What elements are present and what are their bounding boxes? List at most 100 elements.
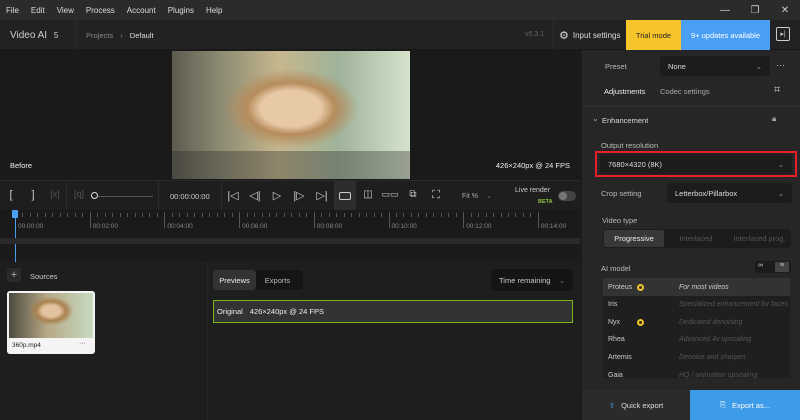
menu-help[interactable]: Help: [206, 6, 222, 15]
preview-row-value: 426×240px @ 24 FPS: [249, 307, 324, 316]
add-source-button[interactable]: +: [7, 268, 21, 282]
zoom-slider-track[interactable]: [98, 195, 153, 197]
tab-adjustments[interactable]: Adjustments: [604, 87, 645, 96]
output-resolution-value: 7680×4320 (8K): [608, 159, 663, 169]
output-resolution-select[interactable]: 7680×4320 (8K) ⌄: [600, 154, 792, 174]
timeline-tick: [22, 213, 24, 217]
timeline-ruler[interactable]: 00:00:00 00:02:00 00:04:00 00:06:00 00:08:00…: [0, 210, 580, 238]
timeline-tick: [52, 213, 54, 217]
timeline-tick: [119, 213, 121, 217]
model-item-artemis[interactable]: Artemis Denoise and sharpen: [603, 348, 790, 366]
output-resolution-label: Output resolution: [601, 141, 659, 150]
skip-to-end-icon[interactable]: ▷|: [315, 189, 329, 202]
timeline-tick: [44, 213, 46, 217]
crop-icon[interactable]: ⌗: [774, 84, 780, 97]
toggle-panel-icon[interactable]: ▸|: [776, 27, 790, 41]
minimize-button[interactable]: —: [710, 0, 740, 20]
divider: [207, 262, 208, 420]
side-by-side-icon[interactable]: ▭▭: [382, 189, 399, 200]
model-item-proteus[interactable]: Proteus For most videos: [603, 278, 790, 296]
video-type-interlaced-prog[interactable]: Interlaced prog.: [728, 230, 791, 247]
zoom-slider-handle[interactable]: [91, 192, 98, 199]
split-view-icon[interactable]: ◫: [361, 189, 375, 200]
ai-model-label: AI model: [601, 264, 631, 273]
timeline-track[interactable]: [0, 238, 580, 244]
restore-button[interactable]: ❐: [740, 0, 770, 20]
play-icon[interactable]: ▷: [270, 189, 284, 202]
mark-in-icon[interactable]: [: [5, 189, 17, 201]
zoom-select[interactable]: Fit % ⌄: [462, 192, 492, 200]
menu-plugins[interactable]: Plugins: [168, 6, 194, 15]
menu-file[interactable]: File: [6, 6, 19, 15]
preset-value: None: [668, 61, 686, 71]
video-type-progressive[interactable]: Progressive: [604, 230, 664, 247]
input-settings-button[interactable]: ⚙ Input settings: [559, 29, 620, 42]
menu-process[interactable]: Process: [86, 6, 115, 15]
previous-frame-icon[interactable]: ◁|: [248, 189, 262, 202]
export-as-button[interactable]: ⎘ Export as...: [690, 390, 800, 420]
timeline-tick: [448, 213, 450, 217]
sort-value: Time remaining: [499, 275, 551, 285]
source-more-button[interactable]: ···: [79, 340, 86, 347]
menu-edit[interactable]: Edit: [31, 6, 45, 15]
zoom-fit-icon[interactable]: [q]: [72, 189, 86, 199]
preview-row-label: Original: [217, 307, 243, 316]
source-card[interactable]: 360p.mp4 ···: [7, 291, 95, 354]
preset-select[interactable]: None ⌄: [660, 56, 770, 76]
timeline-tick: [463, 212, 465, 228]
tab-exports[interactable]: Exports: [256, 270, 299, 290]
compare-icon[interactable]: ⧉: [406, 189, 420, 200]
model-name: Rhea: [608, 336, 625, 344]
model-name: Artemis: [608, 353, 632, 361]
preset-more-button[interactable]: ···: [776, 60, 785, 70]
timeline-tick: [276, 213, 278, 217]
sort-select[interactable]: Time remaining ⌄: [491, 269, 573, 291]
timeline-tick: [29, 213, 31, 217]
menu-view[interactable]: View: [57, 6, 74, 15]
crop-setting-select[interactable]: Letterbox/Pillarbox ⌄: [667, 183, 792, 203]
fullscreen-icon[interactable]: ⛶: [429, 189, 443, 202]
model-item-nyx[interactable]: Nyx Dedicated denoising: [603, 313, 790, 331]
mark-out-icon[interactable]: ]: [27, 189, 39, 201]
next-frame-icon[interactable]: |▷: [292, 189, 306, 202]
quick-export-button[interactable]: ⇪ Quick export: [582, 390, 690, 420]
tab-codec-settings[interactable]: Codec settings: [660, 87, 710, 96]
model-item-rhea[interactable]: Rhea Advanced 4x upscaling: [603, 331, 790, 349]
crop-setting-value: Letterbox/Pillarbox: [675, 188, 738, 198]
timeline-tick: [97, 213, 99, 217]
breadcrumb-projects[interactable]: Projects: [86, 31, 113, 40]
timeline-tick: [261, 213, 263, 217]
single-view-button[interactable]: [334, 181, 356, 211]
timeline-tick: [381, 213, 383, 217]
chevron-down-icon[interactable]: ⌄: [592, 114, 599, 123]
enhancement-section-title[interactable]: Enhancement: [602, 116, 648, 125]
model-item-iris[interactable]: Iris Specialized enhancement for faces: [603, 296, 790, 314]
updates-button[interactable]: 9+ updates available: [681, 20, 770, 50]
video-type-interlaced[interactable]: Interlaced: [666, 230, 726, 247]
lock-icon[interactable]: 🔒︎: [772, 114, 776, 124]
trial-mode-button[interactable]: Trial mode: [626, 20, 681, 50]
timeline-tick: [141, 213, 143, 217]
menu-account[interactable]: Account: [127, 6, 156, 15]
playhead-handle[interactable]: [12, 210, 18, 218]
timeline-tick: [366, 213, 368, 217]
clear-marks-icon[interactable]: [x]: [48, 189, 62, 199]
timeline-tick: [425, 213, 427, 217]
preview-row-original[interactable]: Original 426×240px @ 24 FPS: [213, 300, 573, 323]
breadcrumb-default[interactable]: Default: [130, 31, 154, 40]
timeline-tick: [89, 212, 91, 228]
header: Video AI 5 Projects › Default v5.3.1 ⚙ In…: [0, 20, 800, 50]
timeline-tick: [455, 213, 457, 217]
list-view-icon[interactable]: ≡: [775, 262, 789, 272]
model-description: Advanced 4x upscaling: [679, 336, 751, 344]
skip-to-start-icon[interactable]: |◁: [226, 189, 240, 202]
timeline-tick: [530, 213, 532, 217]
tab-previews[interactable]: Previews: [213, 270, 256, 290]
grid-view-icon[interactable]: ∞: [758, 262, 763, 269]
timeline-label: 00:12:00: [466, 223, 492, 230]
timeline-tick: [321, 213, 323, 217]
close-button[interactable]: ✕: [770, 0, 800, 20]
model-item-gaia[interactable]: Gaia HQ / animation upscaling: [603, 366, 790, 384]
live-render-toggle[interactable]: [558, 191, 576, 201]
app-major-version: 5: [53, 31, 59, 40]
